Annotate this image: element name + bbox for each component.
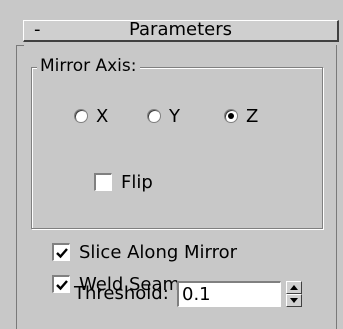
radio-label-y: Y	[169, 105, 180, 127]
radio-indicator-selected	[224, 109, 238, 123]
mirror-axis-group-title: Mirror Axis:	[37, 56, 140, 76]
radio-indicator	[74, 109, 88, 123]
flip-label: Flip	[121, 171, 153, 193]
checkmark-icon	[55, 247, 68, 258]
arrow-up-icon	[290, 285, 298, 290]
checkbox-box	[94, 173, 112, 191]
rollout-left-border	[16, 45, 17, 329]
checkbox-box	[52, 243, 70, 261]
mirror-axis-z-radio[interactable]: Z	[224, 104, 258, 128]
mirror-axis-y-radio[interactable]: Y	[147, 104, 180, 128]
threshold-input[interactable]	[177, 281, 281, 307]
slice-along-mirror-label: Slice Along Mirror	[79, 241, 238, 263]
threshold-label: Threshold:	[74, 283, 169, 304]
rollout-left-border-tick	[16, 45, 24, 46]
arrow-down-icon	[290, 298, 298, 303]
mirror-axis-x-radio[interactable]: X	[74, 104, 108, 128]
rollout-title: Parameters	[128, 19, 233, 40]
radio-label-x: X	[96, 105, 109, 127]
radio-selected-dot	[228, 113, 234, 119]
spinner-down-button[interactable]	[286, 294, 302, 307]
parameters-rollout-header[interactable]: - Parameters	[23, 19, 339, 42]
radio-indicator	[147, 109, 161, 123]
checkbox-box	[52, 275, 70, 293]
radio-label-z: Z	[246, 105, 259, 127]
spinner-up-button[interactable]	[286, 281, 302, 294]
checkmark-icon	[55, 279, 68, 290]
rollout-right-border	[336, 45, 337, 329]
threshold-spinner[interactable]	[286, 281, 302, 307]
slice-along-mirror-checkbox[interactable]: Slice Along Mirror	[52, 240, 237, 264]
flip-checkbox[interactable]: Flip	[94, 170, 153, 194]
mirror-axis-group	[31, 67, 323, 229]
